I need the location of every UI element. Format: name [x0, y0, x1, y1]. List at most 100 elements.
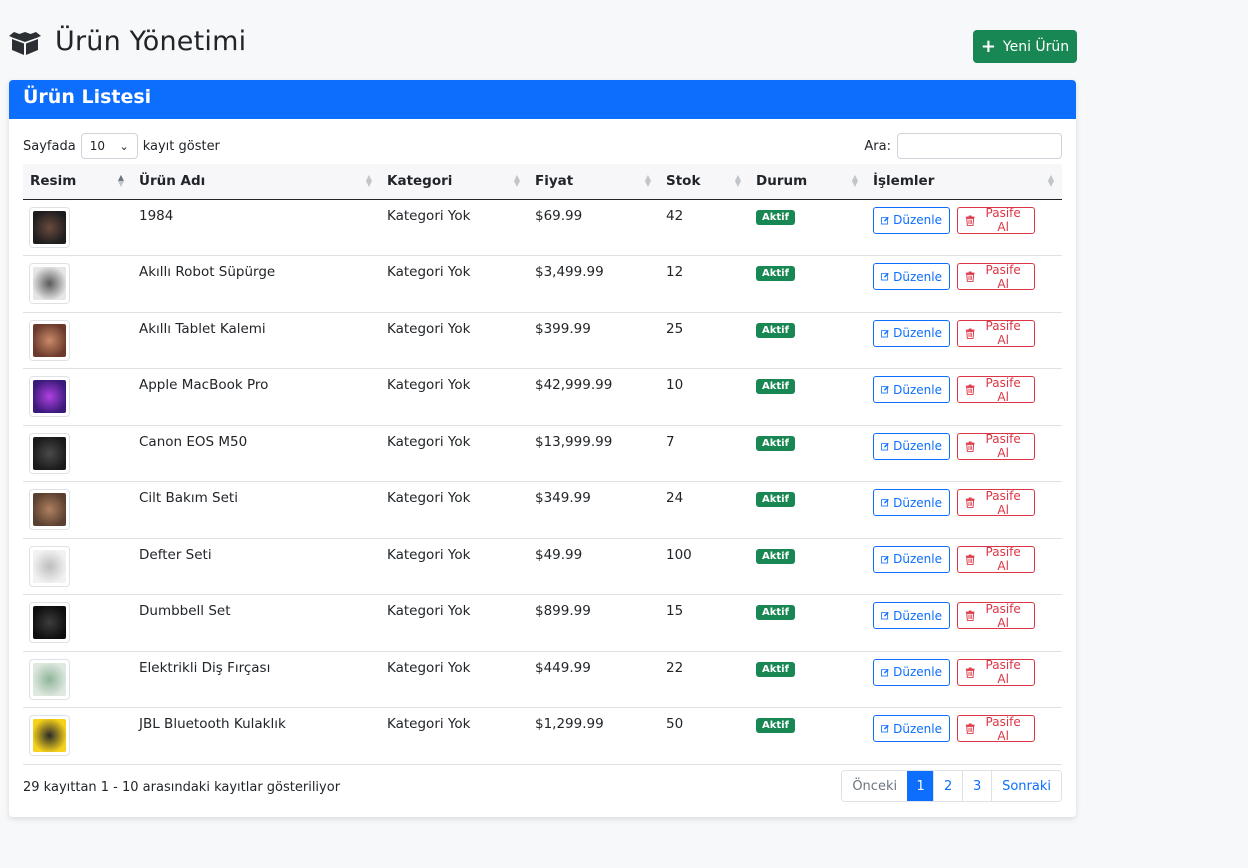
column-header-name[interactable]: Ürün Adı ▲ ▼: [132, 164, 380, 200]
deactivate-button[interactable]: Pasife Al: [957, 262, 1035, 291]
column-header-image[interactable]: Resim ▲ ▼: [23, 164, 132, 200]
deactivate-button-label: Pasife Al: [985, 488, 1021, 517]
pagination-page-3[interactable]: 3: [962, 771, 992, 801]
product-image: [33, 606, 66, 639]
trash-icon: [965, 723, 975, 734]
cell-actions: Düzenle Pasife Al: [866, 651, 1062, 708]
column-header-status[interactable]: Durum ▲ ▼: [749, 164, 866, 200]
edit-button-label: Düzenle: [893, 382, 942, 397]
search-input[interactable]: [897, 133, 1062, 159]
page-length-control: Sayfada 10 ⌄ kayıt göster: [23, 133, 220, 159]
column-header-category[interactable]: Kategori ▲ ▼: [380, 164, 528, 200]
sort-icon: ▲ ▼: [644, 173, 651, 189]
cell-stock: 10: [659, 368, 749, 426]
column-header-price[interactable]: Fiyat ▲ ▼: [528, 164, 659, 200]
deactivate-button-label: Pasife Al: [985, 262, 1021, 291]
sort-icon: ▲ ▼: [1047, 173, 1054, 189]
edit-icon: [881, 272, 889, 281]
cell-actions: Düzenle Pasife Al: [866, 425, 1062, 482]
edit-button[interactable]: Düzenle: [873, 432, 950, 460]
cell-stock: 7: [659, 425, 749, 482]
pagination-next[interactable]: Sonraki: [991, 771, 1061, 801]
pagination-previous[interactable]: Önceki: [842, 771, 908, 801]
status-badge: Aktif: [756, 548, 795, 564]
edit-button[interactable]: Düzenle: [873, 715, 950, 742]
cell-image: [23, 594, 132, 652]
cell-price: $3,499.99: [528, 255, 659, 313]
edit-icon: [881, 216, 889, 224]
column-header-stock[interactable]: Stok ▲ ▼: [659, 164, 749, 200]
sort-icon: ▲ ▼: [117, 173, 124, 189]
page-header: Ürün Yönetimi: [9, 26, 246, 57]
table-row: JBL Bluetooth Kulaklık Kategori Yok $1,2…: [23, 707, 1062, 765]
product-thumbnail: [29, 489, 70, 530]
cell-category: Kategori Yok: [380, 368, 528, 426]
deactivate-button[interactable]: Pasife Al: [957, 432, 1035, 460]
edit-button[interactable]: Düzenle: [873, 206, 950, 234]
chevron-down-icon: ⌄: [119, 139, 129, 153]
cell-stock: 100: [659, 538, 749, 595]
table-row: Canon EOS M50 Kategori Yok $13,999.99 7 …: [23, 425, 1062, 482]
cell-category: Kategori Yok: [380, 651, 528, 708]
deactivate-button[interactable]: Pasife Al: [957, 545, 1035, 573]
status-badge: Aktif: [756, 266, 795, 281]
edit-button[interactable]: Düzenle: [873, 602, 950, 629]
status-badge: Aktif: [756, 492, 795, 507]
product-image: [33, 323, 66, 357]
status-badge: Aktif: [756, 209, 795, 225]
column-header-label: Kategori: [387, 173, 453, 190]
page-length-prefix: Sayfada: [23, 138, 76, 154]
new-product-button[interactable]: + Yeni Ürün: [973, 30, 1077, 63]
trash-icon: [965, 384, 975, 395]
row-actions: Düzenle Pasife Al: [873, 488, 1055, 517]
page-length-select[interactable]: 10 ⌄: [80, 133, 138, 159]
edit-button[interactable]: Düzenle: [873, 319, 950, 347]
status-badge: Aktif: [756, 661, 795, 677]
sort-icon: ▲ ▼: [365, 173, 372, 189]
new-product-label: Yeni Ürün: [1002, 38, 1070, 55]
edit-button[interactable]: Düzenle: [873, 263, 950, 290]
edit-icon: [881, 385, 889, 394]
cell-status: Aktif: [749, 651, 866, 708]
cell-category: Kategori Yok: [380, 594, 528, 652]
trash-icon: [965, 554, 975, 565]
cell-image: [23, 312, 132, 369]
deactivate-button[interactable]: Pasife Al: [957, 319, 1035, 347]
deactivate-button[interactable]: Pasife Al: [957, 715, 1035, 743]
cell-product-name: 1984: [132, 199, 380, 256]
deactivate-button[interactable]: Pasife Al: [957, 488, 1035, 517]
product-image: [33, 493, 66, 526]
column-header-actions[interactable]: İşlemler ▲ ▼: [866, 164, 1062, 200]
pagination-page-2[interactable]: 2: [933, 771, 963, 801]
row-actions: Düzenle Pasife Al: [873, 715, 1055, 743]
edit-icon: [881, 498, 889, 507]
edit-button[interactable]: Düzenle: [873, 376, 950, 403]
cell-category: Kategori Yok: [380, 707, 528, 765]
deactivate-button[interactable]: Pasife Al: [957, 376, 1035, 404]
edit-button[interactable]: Düzenle: [873, 658, 950, 686]
deactivate-button-label: Pasife Al: [985, 601, 1021, 630]
edit-button-label: Düzenle: [893, 269, 942, 284]
plus-icon: +: [980, 35, 996, 57]
cell-image: [23, 368, 132, 426]
trash-icon: [965, 215, 975, 226]
cell-price: $13,999.99: [528, 425, 659, 482]
deactivate-button[interactable]: Pasife Al: [957, 601, 1035, 630]
cell-category: Kategori Yok: [380, 425, 528, 482]
edit-button[interactable]: Düzenle: [873, 489, 950, 516]
cell-stock: 42: [659, 199, 749, 256]
cell-stock: 12: [659, 255, 749, 313]
product-image: [33, 549, 66, 583]
table-row: Akıllı Tablet Kalemi Kategori Yok $399.9…: [23, 312, 1062, 369]
pagination-page-1[interactable]: 1: [907, 771, 934, 801]
cell-actions: Düzenle Pasife Al: [866, 538, 1062, 595]
edit-button[interactable]: Düzenle: [873, 545, 950, 573]
deactivate-button[interactable]: Pasife Al: [957, 658, 1035, 686]
cell-image: [23, 538, 132, 595]
deactivate-button-label: Pasife Al: [985, 545, 1021, 573]
deactivate-button[interactable]: Pasife Al: [957, 206, 1035, 234]
cell-status: Aktif: [749, 594, 866, 652]
product-thumbnail: [29, 319, 70, 361]
table-row: Cilt Bakım Seti Kategori Yok $349.99 24 …: [23, 481, 1062, 539]
product-thumbnail: [29, 376, 70, 417]
